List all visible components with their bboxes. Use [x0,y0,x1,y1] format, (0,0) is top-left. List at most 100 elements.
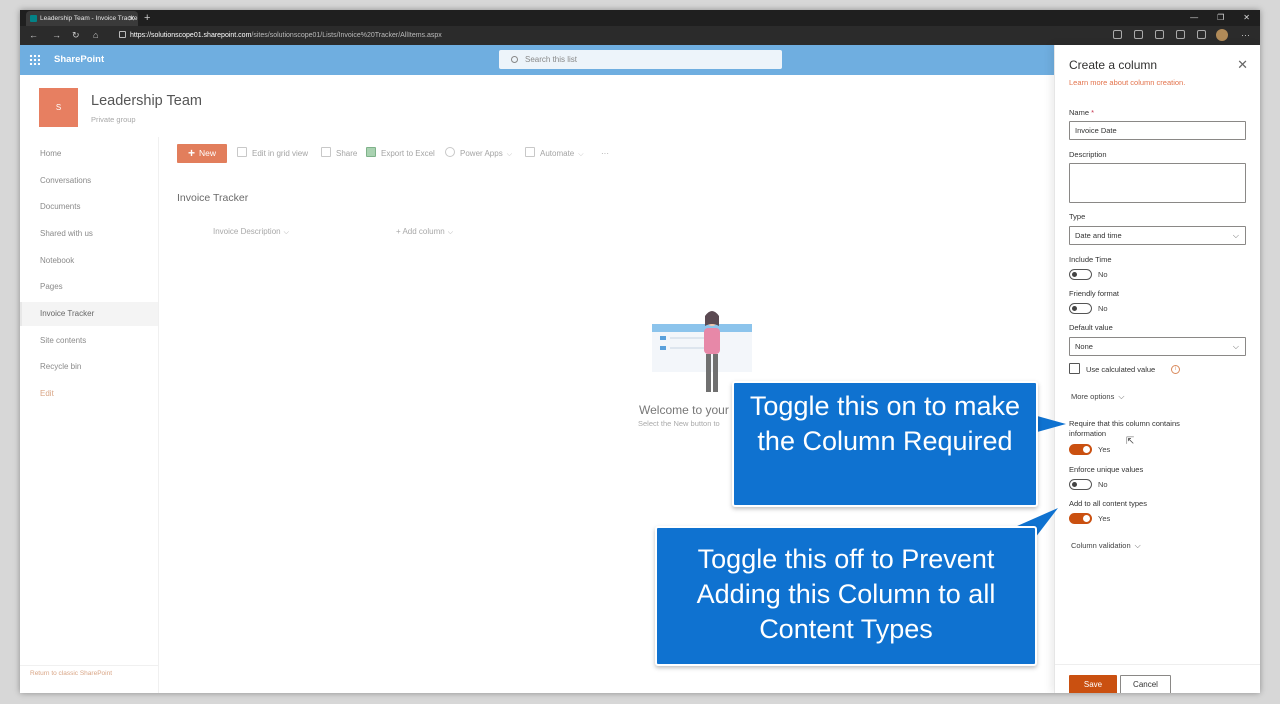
brand-name[interactable]: SharePoint [54,45,104,75]
automate-icon [525,147,535,157]
export-excel-button[interactable]: Export to Excel [366,144,435,163]
panel-footer-divider [1055,664,1260,665]
name-label: Name * [1069,108,1095,117]
friendly-format-toggle[interactable] [1069,303,1092,314]
use-calculated-label: Use calculated value [1086,365,1156,374]
close-icon[interactable]: ✕ [1237,58,1248,72]
browser-tab-bar: Leadership Team - Invoice Tracke ✕ + — ❐… [20,10,1260,26]
share-browser-icon[interactable] [1197,30,1206,39]
minimize-icon[interactable]: — [1190,10,1198,26]
browser-menu-icon[interactable]: ··· [1241,26,1250,45]
nav-item-home[interactable]: Home [20,142,158,166]
nav-item-shared[interactable]: Shared with us [20,222,158,246]
chevron-down-icon: ⌵ [283,229,289,236]
browser-window: Leadership Team - Invoice Tracke ✕ + — ❐… [20,10,1260,693]
create-column-panel: Create a column ✕ Learn more about colum… [1054,45,1260,693]
list-title: Invoice Tracker [177,192,249,204]
forward-icon[interactable]: → [52,26,61,45]
power-apps-icon [445,147,455,157]
home-icon[interactable]: ⌂ [93,26,98,45]
save-button[interactable]: Save [1069,675,1117,693]
nav-item-recycle-bin[interactable]: Recycle bin [20,355,158,379]
back-icon[interactable]: ← [29,26,38,45]
share-button[interactable]: Share [321,144,357,163]
chevron-down-icon: ⌵ [1232,231,1239,240]
browser-tab[interactable]: Leadership Team - Invoice Tracke ✕ [26,11,138,26]
sharepoint-favicon-icon [30,15,37,22]
info-icon[interactable]: i [1171,365,1180,374]
required-asterisk: * [1091,108,1095,117]
restore-icon[interactable]: ❐ [1217,10,1224,26]
learn-more-link[interactable]: Learn more about column creation. [1069,78,1185,87]
unique-values-label: Enforce unique values [1069,465,1144,474]
nav-item-pages[interactable]: Pages [20,275,158,299]
window-controls: — ❐ ✕ [1190,10,1250,26]
chevron-down-icon: ⌵ [1134,541,1141,550]
nav-edit-link[interactable]: Edit [20,382,158,406]
close-tab-icon[interactable]: ✕ [128,11,135,26]
content-types-label: Add to all content types [1069,499,1147,508]
chevron-down-icon: ⌵ [447,229,454,236]
column-header-invoice-description[interactable]: Invoice Description ⌵ [213,227,289,237]
profile-avatar[interactable] [1216,29,1228,41]
include-time-label: Include Time [1069,255,1112,264]
friendly-format-label: Friendly format [1069,289,1120,298]
unique-values-toggle[interactable] [1069,479,1092,490]
site-subtitle: Private group [91,115,136,124]
cancel-button[interactable]: Cancel [1120,675,1171,693]
refresh-icon[interactable]: ↻ [72,26,80,45]
nav-item-invoice-tracker[interactable]: Invoice Tracker [20,302,158,326]
type-label: Type [1069,212,1086,221]
nav-item-conversations[interactable]: Conversations [20,169,158,193]
tracking-icon[interactable] [1134,30,1143,39]
callout-required: Toggle this on to make the Column Requir… [732,381,1038,507]
close-window-icon[interactable]: ✕ [1243,10,1250,26]
zoom-icon[interactable] [1113,30,1122,39]
name-field[interactable]: Invoice Date [1069,121,1246,140]
use-calculated-checkbox[interactable] [1069,363,1080,374]
search-input[interactable]: Search this list [499,50,782,69]
require-label: Require that this column contains inform… [1069,419,1180,438]
empty-state-title: Welcome to your [639,403,729,417]
grid-icon [237,147,247,157]
description-field[interactable] [1069,163,1246,203]
type-dropdown[interactable]: Date and time ⌵ [1069,226,1246,245]
left-navigation: Home Conversations Documents Shared with… [20,137,159,693]
app-launcher-icon[interactable] [29,54,40,65]
more-commands-icon[interactable]: ··· [601,144,609,163]
site-title[interactable]: Leadership Team [91,93,202,109]
chevron-down-icon: ⌵ [506,151,513,158]
share-icon [321,147,331,157]
return-classic-link[interactable]: Return to classic SharePoint [20,665,158,677]
mouse-cursor-icon: ⇱ [1126,436,1135,447]
nav-item-notebook[interactable]: Notebook [20,249,158,273]
column-validation-expander[interactable]: Column validation ⌵ [1071,541,1141,551]
search-icon [511,56,518,63]
require-toggle[interactable] [1069,444,1092,455]
automate-button[interactable]: Automate ⌵ [525,144,584,164]
url-field[interactable]: https://solutionscope01.sharepoint.com/s… [130,30,442,41]
content-types-toggle[interactable] [1069,513,1092,524]
new-tab-icon[interactable]: + [144,10,150,26]
tab-title: Leadership Team - Invoice Tracke [40,15,138,22]
unique-values-state: No [1098,480,1108,489]
nav-item-site-contents[interactable]: Site contents [20,329,158,353]
edit-grid-button[interactable]: Edit in grid view [237,144,308,163]
panel-title: Create a column [1069,58,1158,72]
include-time-state: No [1098,270,1108,279]
site-logo[interactable]: S [39,88,78,127]
collections-icon[interactable] [1176,30,1185,39]
chevron-down-icon: ⌵ [578,151,584,158]
more-options-expander[interactable]: More options ⌵ [1071,392,1124,402]
lock-icon [119,31,126,38]
power-apps-button[interactable]: Power Apps ⌵ [445,144,512,164]
default-value-dropdown[interactable]: None ⌵ [1069,337,1246,356]
include-time-toggle[interactable] [1069,269,1092,280]
content-types-state: Yes [1098,514,1111,523]
favorite-icon[interactable] [1155,30,1164,39]
nav-item-documents[interactable]: Documents [20,195,158,219]
default-value-label: Default value [1069,323,1113,332]
new-button[interactable]: + New [177,144,227,163]
chevron-down-icon: ⌵ [1232,342,1239,351]
add-column-header[interactable]: + Add column ⌵ [396,227,453,237]
